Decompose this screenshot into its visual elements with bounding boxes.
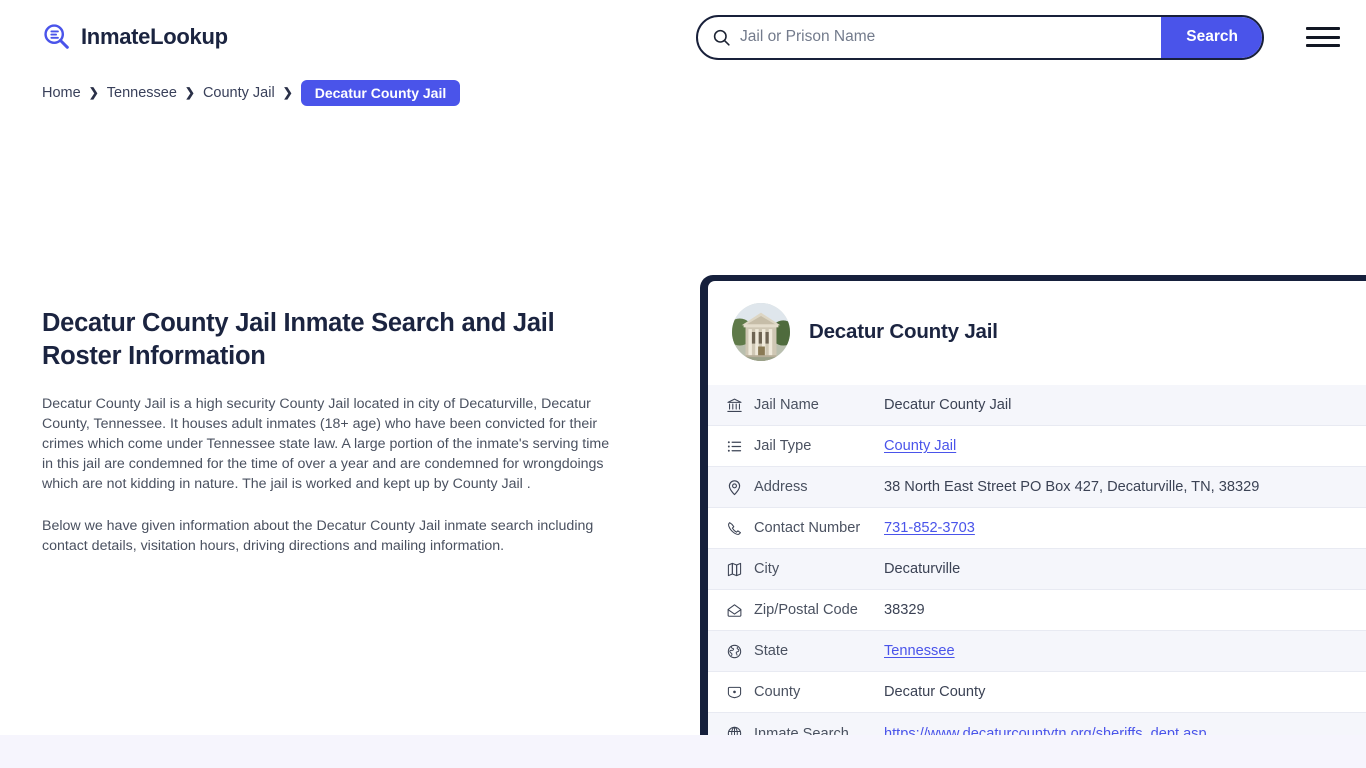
jail-info-card: Decatur County Jail Jail Name Decatur Cou… <box>700 275 1366 762</box>
magnifier-list-icon <box>42 22 72 52</box>
row-label: Zip/Postal Code <box>754 602 858 618</box>
article-column: Decatur County Jail Inmate Search and Ja… <box>0 108 660 556</box>
row-label: City <box>754 561 780 577</box>
row-value: Decatur County Jail <box>884 397 1012 413</box>
row-value[interactable]: Tennessee <box>884 643 1366 659</box>
intro-paragraph-1: Decatur County Jail is a high security C… <box>42 396 610 493</box>
search-input[interactable] <box>740 16 1162 58</box>
breadcrumb-item-3[interactable]: County Jail <box>203 85 275 101</box>
table-row: Jail Name Decatur County Jail <box>708 385 1366 426</box>
menu-bar-3 <box>1306 44 1340 47</box>
breadcrumb-separator-icon: ❯ <box>184 85 195 100</box>
row-value: Decaturville <box>884 561 961 577</box>
bank-building-icon <box>726 397 743 414</box>
map-pin-icon <box>726 479 743 496</box>
site-header: InmateLookup Search <box>0 0 1366 74</box>
table-row: City Decaturville <box>708 549 1366 590</box>
row-label: Contact Number <box>754 520 861 536</box>
page-title: Decatur County Jail Inmate Search and Ja… <box>42 309 555 370</box>
jail-card-header: Decatur County Jail <box>708 303 1366 385</box>
breadcrumb-item-1[interactable]: Home <box>42 85 81 101</box>
breadcrumb-separator-icon: ❯ <box>88 85 99 100</box>
globe-americas-icon <box>726 643 743 660</box>
row-label: Address <box>754 479 808 495</box>
main-content: Decatur County Jail Inmate Search and Ja… <box>0 108 1366 768</box>
breadcrumb-item-4: Decatur County Jail <box>300 80 461 106</box>
row-label: Jail Type <box>754 438 812 454</box>
row-value: Decatur County <box>884 684 986 700</box>
breadcrumb-separator-icon: ❯ <box>282 85 293 100</box>
row-value: 38329 <box>884 602 925 618</box>
table-row: County Decatur County <box>708 672 1366 713</box>
phone-icon <box>726 520 743 537</box>
jail-card-title: Decatur County Jail <box>809 320 998 343</box>
breadcrumb-item-2[interactable]: Tennessee <box>107 85 177 101</box>
map-icon <box>726 561 743 578</box>
table-row: State Tennessee <box>708 631 1366 672</box>
table-row: Contact Number 731-852-3703 <box>708 508 1366 549</box>
list-icon <box>726 438 743 455</box>
row-label: State <box>754 643 789 659</box>
courthouse-photo <box>732 303 790 361</box>
row-value: 38 North East Street PO Box 427, Decatur… <box>884 479 1260 495</box>
row-value[interactable]: 731-852-3703 <box>884 520 1366 536</box>
intro-paragraph-2: Below we have given information about th… <box>42 518 594 555</box>
menu-bar-1 <box>1306 27 1340 30</box>
breadcrumb: Home ❯ Tennessee ❯ County Jail ❯ Decatur Count… <box>0 74 1366 108</box>
hamburger-menu-icon[interactable] <box>1306 24 1340 50</box>
row-label: County <box>754 684 801 700</box>
table-row: Jail Type County Jail <box>708 426 1366 467</box>
row-label: Jail Name <box>754 397 819 413</box>
footer-band <box>0 735 1366 768</box>
search-icon <box>712 28 731 47</box>
menu-bar-2 <box>1306 35 1340 39</box>
brand-name: InmateLookup <box>81 24 228 49</box>
brand-logo[interactable]: InmateLookup <box>42 22 228 52</box>
envelope-icon <box>726 602 743 619</box>
jail-info-table: Jail Name Decatur County Jail Jail Type Co… <box>708 385 1366 754</box>
table-row: Address 38 North East Street PO Box 427, … <box>708 467 1366 508</box>
search-button[interactable]: Search <box>1161 16 1262 58</box>
row-value[interactable]: County Jail <box>884 438 1366 454</box>
search-bar[interactable]: Search <box>696 14 1264 60</box>
jail-info-card-body: Decatur County Jail Jail Name Decatur Cou… <box>708 281 1366 754</box>
location-box-icon <box>726 684 743 701</box>
table-row: Zip/Postal Code 38329 <box>708 590 1366 631</box>
